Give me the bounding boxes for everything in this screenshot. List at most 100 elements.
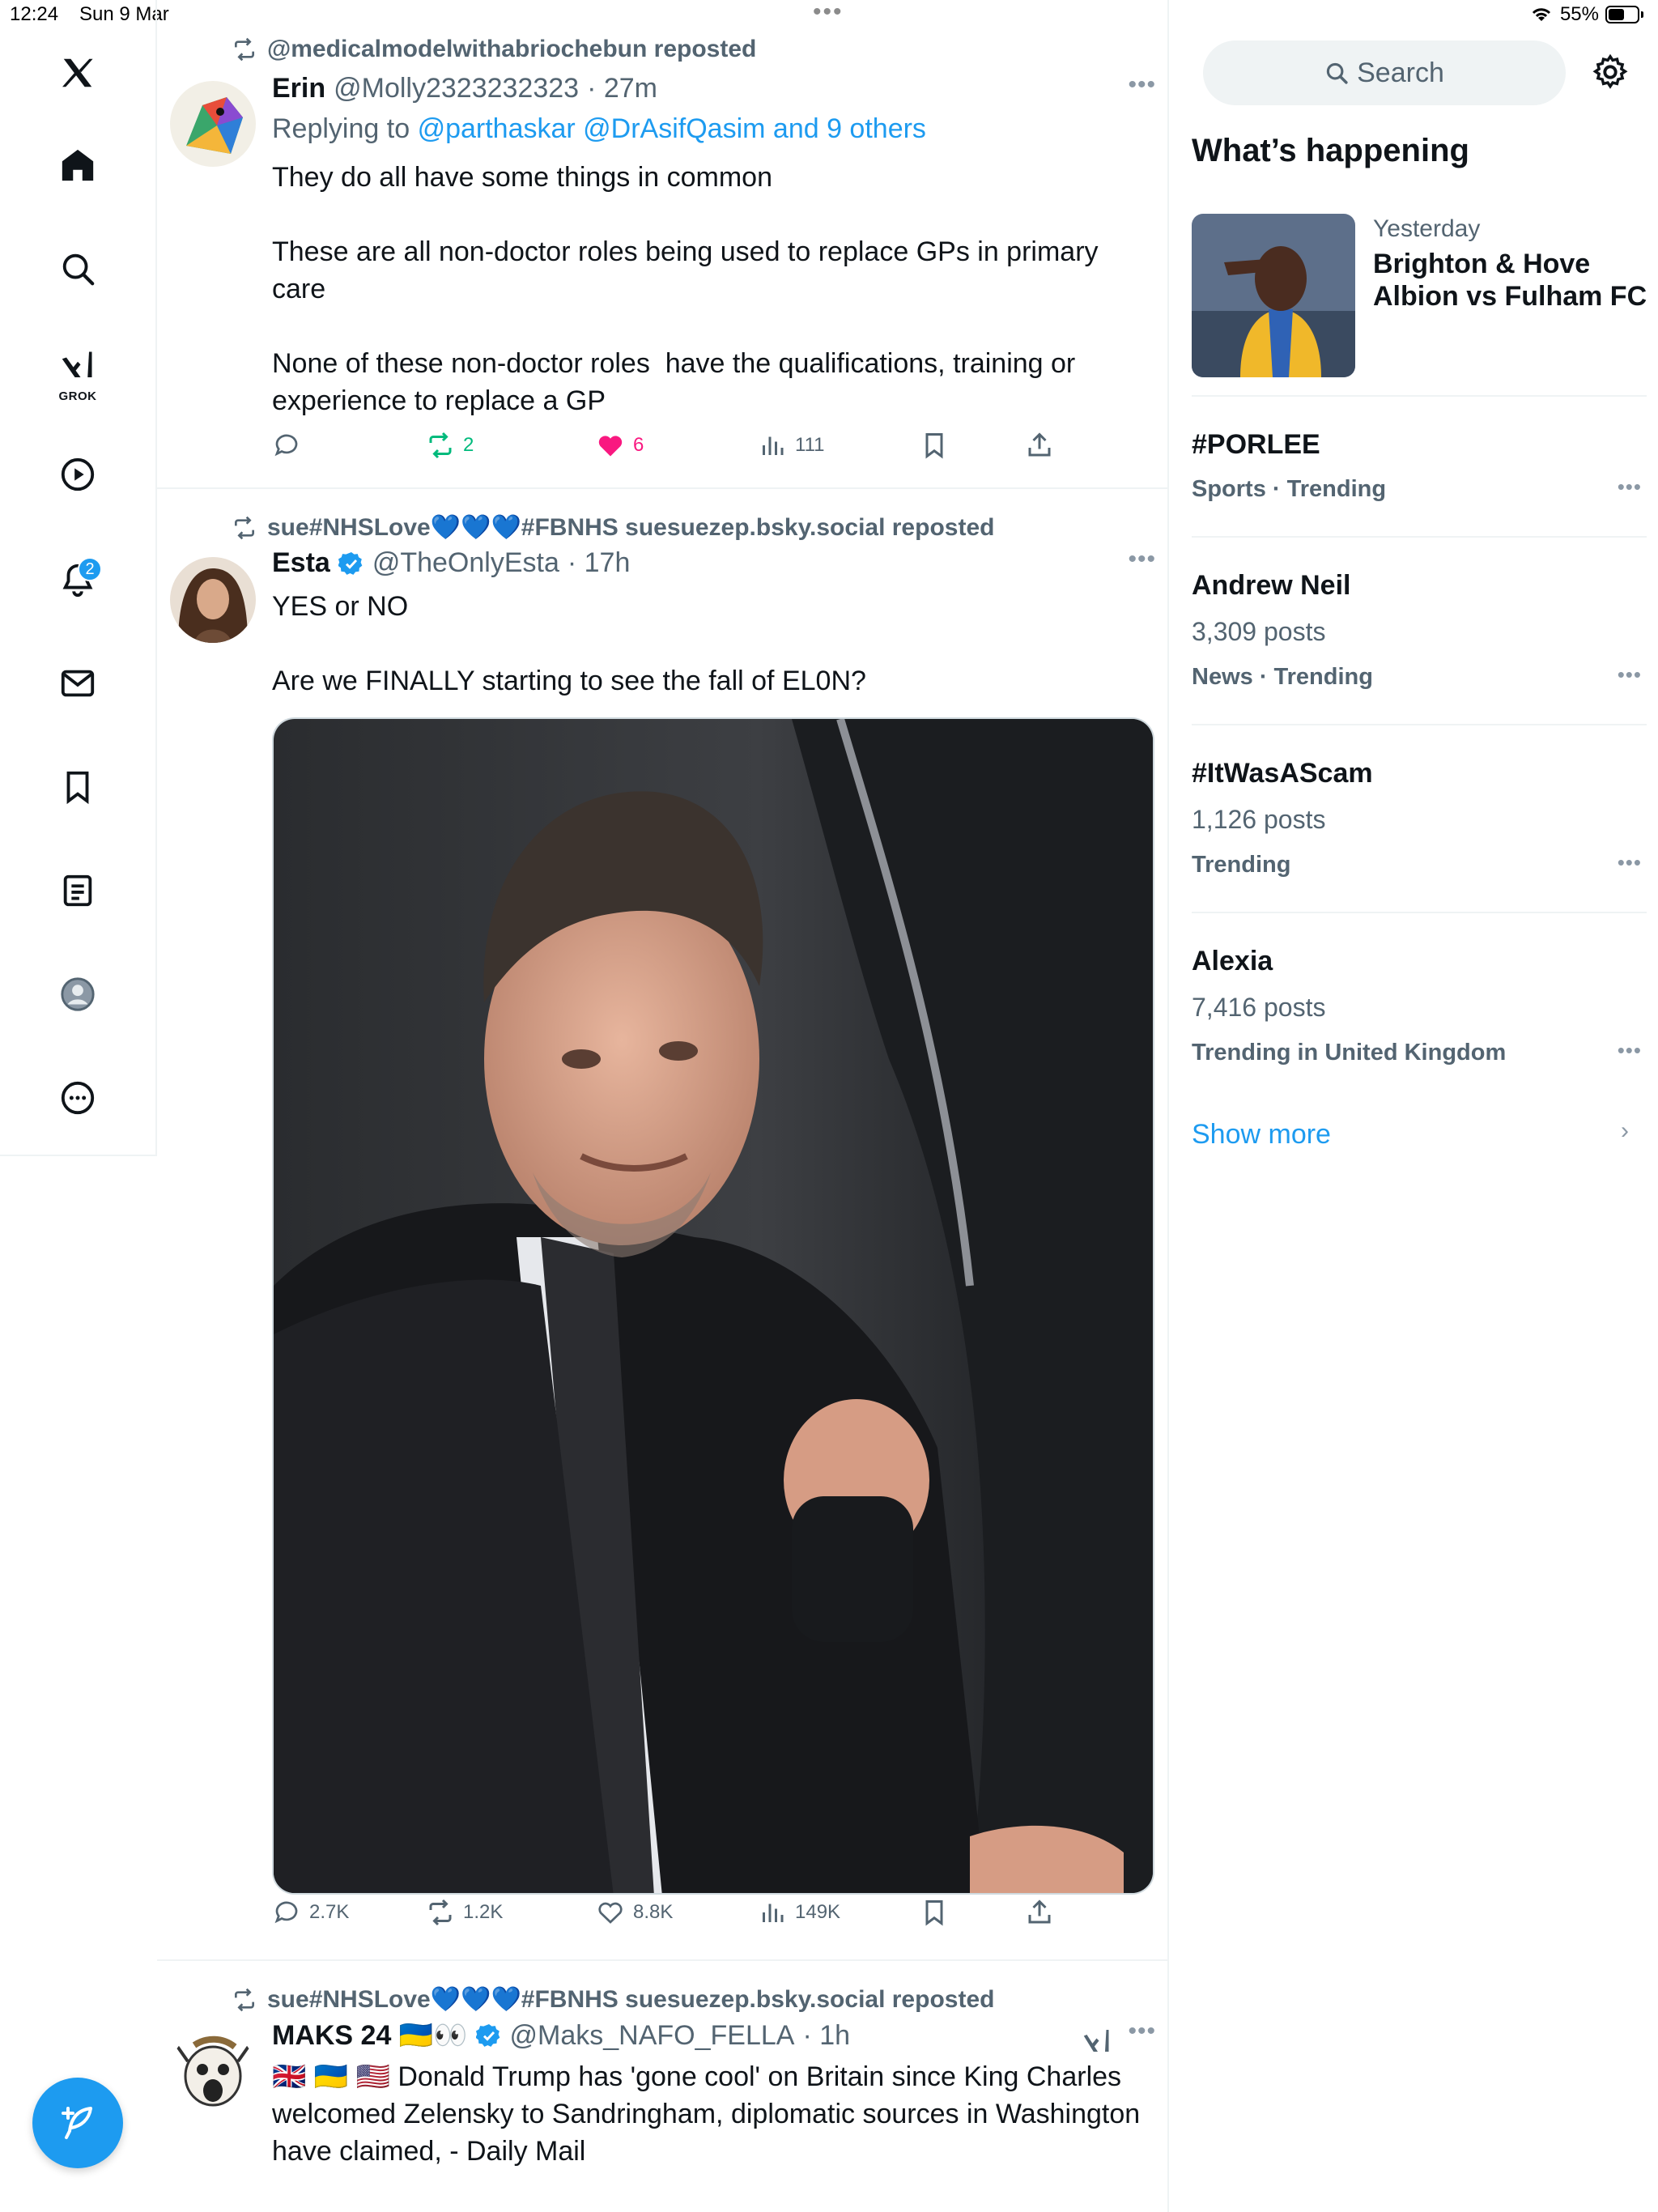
divider: [1192, 724, 1647, 725]
repost-context: sue#NHSLove💙💙💙#FBNHS suesuezep.bsky.soci…: [232, 1985, 994, 2014]
repost-button[interactable]: 1.2K: [426, 1898, 503, 1927]
event-title: Brighton & Hove Albion vs Fulham FC: [1373, 249, 1647, 312]
bookmark-icon: [925, 1900, 943, 1926]
trend-title: Alexia: [1192, 946, 1273, 976]
reply-prefix: Replying to: [272, 113, 410, 144]
avatar[interactable]: [170, 81, 256, 167]
handle[interactable]: @Molly2323232323: [334, 73, 579, 104]
repost-count: 2: [463, 434, 474, 456]
views-button[interactable]: 111: [758, 431, 824, 460]
profile-icon[interactable]: [49, 965, 107, 1023]
view-count: 111: [795, 434, 825, 456]
avatar[interactable]: [170, 2029, 256, 2115]
repost-context-text[interactable]: sue#NHSLove💙💙💙#FBNHS suesuezep.bsky.soci…: [267, 1985, 994, 2014]
event-time: Yesterday: [1373, 215, 1481, 242]
repost-button[interactable]: 2: [426, 431, 474, 460]
reply-count: 2.7K: [309, 1901, 350, 1923]
trend-meta: News · Trending: [1192, 664, 1373, 690]
reply-button[interactable]: [272, 431, 309, 460]
timestamp[interactable]: · 1h: [802, 2020, 850, 2052]
bookmarks-icon[interactable]: [49, 758, 107, 816]
views-icon: [763, 436, 784, 455]
post-more-button[interactable]: •••: [1128, 2018, 1156, 2045]
chevron-right-icon: ›: [1621, 1117, 1629, 1144]
handle[interactable]: @TheOnlyEsta: [372, 547, 559, 579]
like-count: 6: [633, 434, 644, 456]
repost-context-text[interactable]: @medicalmodelwithabriochebun reposted: [267, 36, 756, 63]
grok-explain-icon[interactable]: [1083, 2027, 1112, 2057]
repost-icon: [235, 37, 254, 62]
reply-icon: [274, 1901, 298, 1924]
divider: [1192, 536, 1647, 538]
avatar[interactable]: [170, 557, 256, 643]
trend-post-count: 7,416 posts: [1192, 993, 1326, 1022]
bookmark-button[interactable]: [920, 431, 949, 460]
display-name[interactable]: Erin: [272, 73, 325, 104]
timestamp[interactable]: · 17h: [568, 547, 631, 579]
photo-man-in-suit: [274, 719, 1153, 1893]
repost-count: 1.2K: [463, 1901, 504, 1923]
share-button[interactable]: [1025, 1898, 1054, 1927]
bookmark-button[interactable]: [920, 1898, 949, 1927]
grok-icon[interactable]: GROK: [49, 342, 107, 403]
post-header: Erin @Molly2323232323 · 27m: [272, 73, 657, 104]
reply-targets-link[interactable]: @parthaskar @DrAsifQasim and 9 others: [418, 113, 926, 144]
whats-happening-heading: What’s happening: [1192, 133, 1469, 168]
display-name[interactable]: Esta: [272, 547, 330, 579]
trend-meta: Trending: [1192, 852, 1291, 878]
grok-label: GROK: [58, 389, 97, 403]
bookmark-icon: [925, 433, 943, 459]
post-header: MAKS 24 🇺🇦👀 @Maks_NAFO_FELLA · 1h: [272, 2019, 850, 2052]
display-name[interactable]: MAKS 24 🇺🇦👀: [272, 2019, 468, 2052]
post-erin[interactable]: @medicalmodelwithabriochebun reposted Er…: [157, 0, 1169, 489]
timestamp[interactable]: · 27m: [587, 73, 657, 104]
show-more-link[interactable]: Show more: [1192, 1119, 1331, 1151]
repost-context: sue#NHSLove💙💙💙#FBNHS suesuezep.bsky.soci…: [232, 513, 994, 542]
reply-icon: [274, 434, 298, 457]
view-count: 149K: [795, 1901, 841, 1923]
post-media-photo[interactable]: [272, 717, 1154, 1895]
post-text: They do all have some things in common T…: [272, 162, 1099, 416]
views-button[interactable]: 149K: [758, 1898, 840, 1927]
x-logo-icon[interactable]: [49, 44, 107, 102]
trend-more-button[interactable]: •••: [1618, 474, 1642, 500]
notifications-icon[interactable]: 2: [49, 551, 107, 609]
like-icon: [598, 1902, 623, 1924]
more-icon[interactable]: [49, 1069, 107, 1127]
video-icon[interactable]: [49, 445, 107, 504]
like-icon: [598, 436, 623, 457]
share-button[interactable]: [1025, 431, 1054, 460]
verified-badge-icon: [475, 2024, 500, 2047]
trend-more-button[interactable]: •••: [1618, 1038, 1642, 1063]
reply-button[interactable]: 2.7K: [272, 1898, 349, 1927]
lists-icon[interactable]: [49, 861, 107, 920]
handle[interactable]: @Maks_NAFO_FELLA: [510, 2020, 795, 2052]
like-button[interactable]: 8.8K: [596, 1898, 673, 1927]
search-input[interactable]: Search: [1203, 40, 1566, 105]
post-esta[interactable]: sue#NHSLove💙💙💙#FBNHS suesuezep.bsky.soci…: [157, 489, 1169, 1961]
trend-more-button[interactable]: •••: [1618, 662, 1642, 687]
trend-post-count: 1,126 posts: [1192, 805, 1326, 834]
home-icon[interactable]: [49, 136, 107, 194]
messages-icon[interactable]: [49, 654, 107, 713]
trend-meta: Trending in United Kingdom: [1192, 1040, 1507, 1066]
post-more-button[interactable]: •••: [1128, 546, 1156, 573]
like-count: 8.8K: [633, 1901, 674, 1923]
trend-more-button[interactable]: •••: [1618, 850, 1642, 875]
compose-post-icon: [62, 2107, 92, 2139]
trend-meta: Sports · Trending: [1192, 476, 1387, 502]
repost-icon: [235, 516, 254, 539]
search-icon[interactable]: [49, 240, 107, 298]
search-icon: [1326, 62, 1348, 84]
repost-context-text[interactable]: sue#NHSLove💙💙💙#FBNHS suesuezep.bsky.soci…: [267, 513, 994, 542]
timeline-feed: @medicalmodelwithabriochebun reposted Er…: [157, 0, 1169, 2212]
trending-event[interactable]: Yesterday Brighton & Hove Albion vs Fulh…: [1192, 214, 1658, 377]
post-more-button[interactable]: •••: [1128, 71, 1156, 99]
trend-title: #PORLEE: [1192, 429, 1320, 460]
post-maks[interactable]: sue#NHSLove💙💙💙#FBNHS suesuezep.bsky.soci…: [157, 1961, 1169, 2212]
settings-gear-icon[interactable]: [1592, 53, 1629, 91]
trend-title: Andrew Neil: [1192, 570, 1351, 601]
reply-context: Replying to @parthaskar @DrAsifQasim and…: [272, 113, 926, 145]
like-button[interactable]: 6: [596, 431, 644, 460]
compose-post-button[interactable]: [32, 2078, 123, 2168]
